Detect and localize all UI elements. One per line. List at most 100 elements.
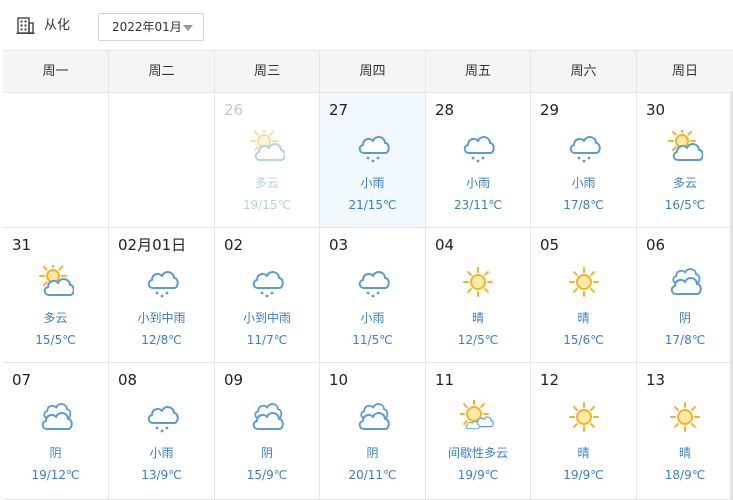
rain-icon: [460, 130, 496, 164]
weekday-label: 周二: [108, 51, 214, 92]
overcast-icon: [249, 400, 285, 434]
day-date: 02月01日: [118, 236, 187, 254]
day-cell[interactable]: 03 小雨 11/5℃: [319, 228, 425, 363]
day-date: 05: [540, 236, 560, 254]
top-bar: 从化 2022年01月: [0, 0, 733, 50]
weather-description: 小到中雨: [137, 311, 186, 325]
chevron-down-icon: [183, 25, 193, 31]
weekday-label: 周五: [425, 51, 530, 92]
month-select[interactable]: 2022年01月: [98, 13, 204, 41]
partly-cloudy-icon: [38, 262, 75, 299]
temperature-range: 21/15℃: [348, 198, 397, 212]
rain-icon: [355, 265, 391, 299]
month-select-value: 2022年01月: [112, 20, 182, 34]
temperature-range: 16/5℃: [664, 198, 706, 212]
weather-description: 晴: [471, 311, 484, 325]
day-cell[interactable]: 10 阴 20/11℃: [319, 363, 425, 500]
temperature-range: 23/11℃: [453, 198, 503, 212]
weather-description: 晴: [577, 311, 590, 325]
day-date: 10: [329, 371, 349, 389]
day-cell[interactable]: 02 小到中雨 11/7℃: [214, 228, 319, 363]
rain-icon: [144, 265, 180, 299]
day-date: 26: [224, 101, 244, 119]
weather-description: 小雨: [465, 176, 490, 190]
temperature-range: 17/8℃: [563, 198, 604, 212]
day-cell[interactable]: 30 多云 16/5℃: [636, 93, 733, 228]
overcast-icon: [38, 400, 74, 434]
day-cell[interactable]: 29 小雨 17/8℃: [530, 93, 636, 228]
weather-description: 小雨: [360, 176, 385, 190]
day-cell[interactable]: 31 多云 15/5℃: [3, 228, 108, 363]
overcast-icon: [667, 265, 703, 299]
weather-description: 多云: [254, 176, 279, 190]
temperature-range: 18/9℃: [664, 468, 706, 482]
day-cell[interactable]: 08 小雨 13/9℃: [108, 363, 214, 500]
day-date: 04: [435, 236, 455, 254]
day-date: 28: [435, 101, 455, 119]
temperature-range: 17/8℃: [664, 333, 706, 347]
weather-description: 小雨: [571, 176, 596, 190]
day-date: 08: [118, 371, 138, 389]
sun-icon: [667, 400, 703, 434]
day-date: 30: [646, 101, 666, 119]
temperature-range: 11/5℃: [352, 333, 393, 347]
temperature-range: 20/11℃: [348, 468, 397, 482]
temperature-range: 15/9℃: [246, 468, 288, 482]
temperature-range: 19/9℃: [563, 468, 604, 482]
weekday-label: 周六: [530, 51, 636, 92]
weekday-label: 周日: [636, 51, 733, 92]
weather-description: 小雨: [149, 446, 174, 460]
sun-icon: [566, 265, 602, 299]
weather-description: 间歇性多云: [447, 446, 508, 460]
day-cell[interactable]: 27 小雨 21/15℃: [319, 93, 425, 228]
temperature-range: 12/5℃: [457, 333, 499, 347]
weather-description: 小雨: [360, 311, 385, 325]
empty-day-cell: [108, 93, 214, 228]
day-date: 29: [540, 101, 560, 119]
empty-day-cell: [3, 93, 108, 228]
day-date: 11: [435, 371, 455, 389]
weekday-header: 周一 周二 周三 周四 周五 周六 周日: [3, 50, 733, 93]
day-date: 02: [224, 236, 244, 254]
city-name: 从化: [44, 18, 71, 33]
overcast-icon: [355, 400, 391, 434]
day-cell[interactable]: 12 晴 19/9℃: [530, 363, 636, 500]
day-cell[interactable]: 09 阴 15/9℃: [214, 363, 319, 500]
day-date: 31: [12, 236, 32, 254]
weather-description: 多云: [672, 176, 697, 190]
day-cell[interactable]: 11 间歇性多云 19/9℃: [425, 363, 530, 500]
day-date: 07: [12, 371, 32, 389]
weekday-label: 周四: [319, 51, 425, 92]
weather-description: 晴: [678, 446, 691, 460]
day-date: 27: [329, 101, 349, 119]
day-cell[interactable]: 02月01日小到中雨 12/8℃: [108, 228, 214, 363]
temperature-range: 11/7℃: [246, 333, 288, 347]
day-cell[interactable]: 04 晴 12/5℃: [425, 228, 530, 363]
rain-icon: [249, 265, 285, 299]
rain-icon: [144, 400, 180, 434]
partly-cloudy-icon: [667, 127, 704, 164]
intermittent-cloud-icon: [459, 399, 496, 434]
weather-description: 阴: [366, 446, 379, 460]
sun-icon: [566, 400, 602, 434]
weather-description: 小到中雨: [242, 311, 291, 325]
temperature-range: 19/15℃: [242, 198, 292, 212]
building-icon: [16, 17, 35, 34]
day-date: 12: [540, 371, 560, 389]
sun-icon: [460, 265, 496, 299]
day-date: 13: [646, 371, 666, 389]
day-cell[interactable]: 28 小雨 23/11℃: [425, 93, 530, 228]
temperature-range: 12/8℃: [141, 333, 182, 347]
day-cell[interactable]: 06 阴 17/8℃: [636, 228, 733, 363]
weekday-label: 周三: [214, 51, 319, 92]
temperature-range: 19/9℃: [457, 468, 499, 482]
day-cell[interactable]: 13 晴 18/9℃: [636, 363, 733, 500]
calendar-grid: 26 多云 19/15℃ 27 小雨 21/15℃ 28 小雨 23/11℃ 29 小雨 17/8℃ 3…: [3, 93, 733, 500]
day-cell[interactable]: 07 阴 19/12℃: [3, 363, 108, 500]
day-cell[interactable]: 26 多云 19/15℃: [214, 93, 319, 228]
rain-icon: [355, 130, 391, 164]
day-date: 03: [329, 236, 349, 254]
rain-icon: [566, 130, 602, 164]
day-cell[interactable]: 05 晴 15/6℃: [530, 228, 636, 363]
weather-description: 阴: [678, 311, 691, 325]
